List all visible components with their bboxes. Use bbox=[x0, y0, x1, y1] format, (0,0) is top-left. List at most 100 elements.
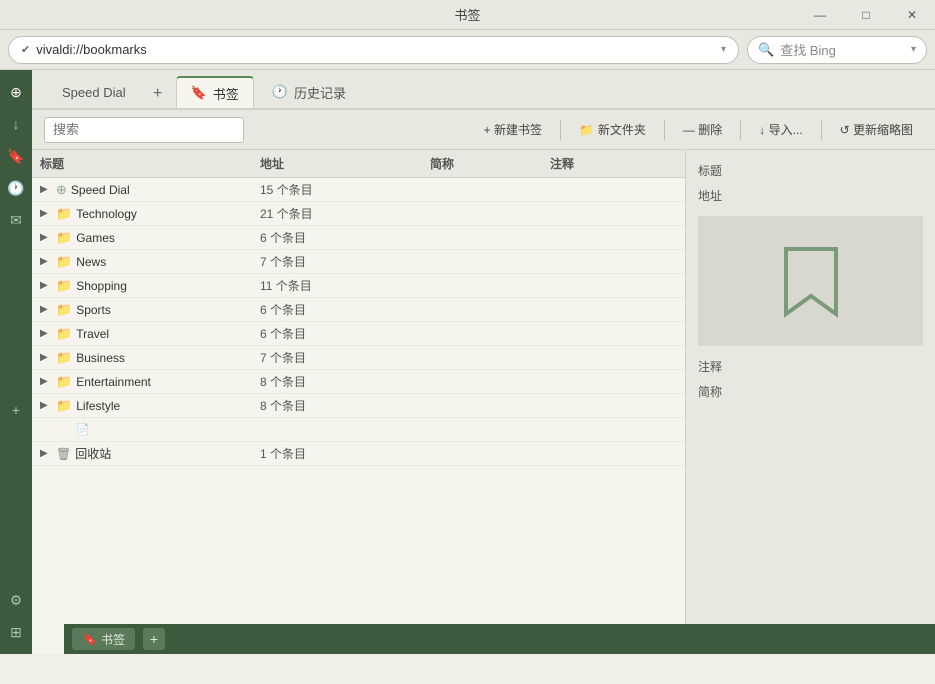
row-title-text: 回收站 bbox=[75, 445, 111, 462]
status-tab-bookmarks[interactable]: 🔖 书签 bbox=[72, 628, 135, 650]
row-title-text: Entertainment bbox=[76, 375, 151, 389]
row-address: 8 个条目 bbox=[260, 373, 430, 390]
main-content: Speed Dial + 🔖 书签 🕐 历史记录 + 新建书签 📁 新文件夹 —… bbox=[32, 70, 935, 654]
minimize-button[interactable]: — bbox=[797, 0, 843, 30]
status-tab-icon: 🔖 bbox=[82, 632, 97, 646]
address-dropdown-icon[interactable]: ▾ bbox=[721, 44, 726, 55]
panel-note-section: 注释 bbox=[698, 358, 923, 375]
status-bar: 🔖 书签 + bbox=[64, 624, 935, 654]
sidebar-icon-bookmark[interactable]: 🔖 bbox=[2, 142, 30, 170]
tab-bookmarks[interactable]: 🔖 书签 bbox=[176, 76, 254, 108]
row-address: 6 个条目 bbox=[260, 325, 430, 342]
address-input[interactable]: ✔ vivaldi://bookmarks ▾ bbox=[8, 36, 739, 64]
address-bar: ✔ vivaldi://bookmarks ▾ 🔍 查找 Bing ▾ bbox=[0, 30, 935, 70]
row-toggle-icon: ▶ bbox=[40, 448, 52, 459]
tab-bookmarks-label: 书签 bbox=[213, 84, 239, 103]
status-add-button[interactable]: + bbox=[143, 628, 165, 650]
tab-speeddial-label: Speed Dial bbox=[62, 85, 126, 100]
row-toggle-icon: ▶ bbox=[40, 400, 52, 411]
row-toggle-icon: ▶ bbox=[40, 256, 52, 267]
panel-title-section: 标题 bbox=[698, 162, 923, 179]
sidebar-icon-history[interactable]: 🕐 bbox=[2, 174, 30, 202]
row-title-text: Speed Dial bbox=[71, 183, 130, 197]
list-item[interactable]: ▶ 📁 Sports 6 个条目 bbox=[32, 298, 685, 322]
list-header: 标题 地址 简称 注释 bbox=[32, 150, 685, 178]
list-item[interactable]: 📄 bbox=[32, 418, 685, 442]
row-toggle-icon: ▶ bbox=[40, 376, 52, 387]
delete-button[interactable]: — 删除 bbox=[673, 117, 732, 143]
right-panel: 标题 地址 注释 简称 bbox=[685, 150, 935, 654]
tabs-bar: Speed Dial + 🔖 书签 🕐 历史记录 bbox=[32, 70, 935, 110]
search-dropdown-icon[interactable]: ▾ bbox=[911, 44, 916, 55]
sidebar-icon-settings[interactable]: ⚙ bbox=[2, 586, 30, 614]
sidebar-icon-add[interactable]: + bbox=[2, 396, 30, 424]
row-title-text: Games bbox=[76, 231, 115, 245]
search-box[interactable]: 🔍 查找 Bing ▾ bbox=[747, 36, 927, 64]
list-item[interactable]: ▶ 📁 Lifestyle 8 个条目 bbox=[32, 394, 685, 418]
folder-icon: 📁 bbox=[56, 206, 72, 222]
list-item[interactable]: ▶ 📁 Technology 21 个条目 bbox=[32, 202, 685, 226]
row-address: 6 个条目 bbox=[260, 301, 430, 318]
maximize-button[interactable]: □ bbox=[843, 0, 889, 30]
tab-history-label: 历史记录 bbox=[294, 83, 346, 102]
row-toggle-icon: ▶ bbox=[40, 232, 52, 243]
col-title-header: 标题 bbox=[40, 155, 260, 172]
col-address-header: 地址 bbox=[260, 155, 430, 172]
row-toggle-icon: ▶ bbox=[40, 328, 52, 339]
sidebar-icon-download[interactable]: ↓ bbox=[2, 110, 30, 138]
list-item[interactable]: ▶ 📁 Travel 6 个条目 bbox=[32, 322, 685, 346]
row-title-text: Shopping bbox=[76, 279, 127, 293]
row-address: 6 个条目 bbox=[260, 229, 430, 246]
sidebar-icon-speeddial[interactable]: ⊕ bbox=[2, 78, 30, 106]
list-item[interactable]: ▶ 📁 Entertainment 8 个条目 bbox=[32, 370, 685, 394]
folder-icon: 📁 bbox=[56, 326, 72, 342]
update-thumbnail-button[interactable]: ↺ 更新缩略图 bbox=[830, 117, 923, 143]
title-bar: 书签 — □ ✕ bbox=[0, 0, 935, 30]
sidebar-icon-grid[interactable]: ⊞ bbox=[2, 618, 30, 646]
row-toggle-icon: ▶ bbox=[40, 280, 52, 291]
col-note-header: 注释 bbox=[550, 155, 677, 172]
row-title-text: Business bbox=[76, 351, 125, 365]
toolbar-separator-3 bbox=[740, 120, 741, 140]
content-pane: 标题 地址 简称 注释 ▶ ⊕ Speed Dial 15 个条目 bbox=[32, 150, 935, 654]
row-title-text: Sports bbox=[76, 303, 111, 317]
list-item[interactable]: ▶ ⊕ Speed Dial 15 个条目 bbox=[32, 178, 685, 202]
panel-address-label: 地址 bbox=[698, 187, 923, 204]
col-short-header: 简称 bbox=[430, 155, 550, 172]
row-address: 8 个条目 bbox=[260, 397, 430, 414]
folder-icon: 📁 bbox=[56, 302, 72, 318]
tab-history[interactable]: 🕐 历史记录 bbox=[258, 76, 360, 108]
speeddial-icon: ⊕ bbox=[56, 182, 67, 198]
panel-short-label: 简称 bbox=[698, 383, 923, 400]
lock-icon: ✔ bbox=[21, 43, 30, 56]
row-address: 11 个条目 bbox=[260, 277, 430, 294]
list-item[interactable]: ▶ 📁 Shopping 11 个条目 bbox=[32, 274, 685, 298]
row-toggle-icon: ▶ bbox=[40, 208, 52, 219]
search-placeholder: 查找 Bing bbox=[780, 40, 836, 59]
sidebar-icon-mail[interactable]: ✉ bbox=[2, 206, 30, 234]
new-bookmark-button[interactable]: + 新建书签 bbox=[474, 117, 552, 143]
list-item[interactable]: ▶ 📁 News 7 个条目 bbox=[32, 250, 685, 274]
list-item[interactable]: ▶ 📁 Business 7 个条目 bbox=[32, 346, 685, 370]
list-item[interactable]: ▶ 📁 Games 6 个条目 bbox=[32, 226, 685, 250]
panel-note-label: 注释 bbox=[698, 358, 923, 375]
import-button[interactable]: ↓ 导入... bbox=[749, 117, 812, 143]
tab-add-button[interactable]: + bbox=[144, 80, 172, 108]
panel-short-section: 简称 bbox=[698, 383, 923, 400]
folder-add-icon: 📁 bbox=[579, 123, 594, 137]
list-item[interactable]: ▶ 🗑 回收站 1 个条目 bbox=[32, 442, 685, 466]
folder-icon: 📁 bbox=[56, 254, 72, 270]
window-title: 书签 bbox=[454, 5, 480, 24]
bookmark-preview bbox=[698, 216, 923, 346]
row-title-text: Lifestyle bbox=[76, 399, 120, 413]
row-address: 7 个条目 bbox=[260, 253, 430, 270]
bookmarks-area: + 新建书签 📁 新文件夹 — 删除 ↓ 导入... ↺ 更新缩略图 标题 地址… bbox=[32, 110, 935, 654]
toolbar-separator-1 bbox=[560, 120, 561, 140]
row-toggle-icon: ▶ bbox=[40, 184, 52, 195]
row-title-text: Technology bbox=[76, 207, 137, 221]
close-button[interactable]: ✕ bbox=[889, 0, 935, 30]
bookmark-file-icon: 📄 bbox=[76, 423, 90, 436]
search-input[interactable] bbox=[44, 117, 244, 143]
new-folder-button[interactable]: 📁 新文件夹 bbox=[569, 117, 656, 143]
tab-speed-dial[interactable]: Speed Dial bbox=[48, 76, 140, 108]
